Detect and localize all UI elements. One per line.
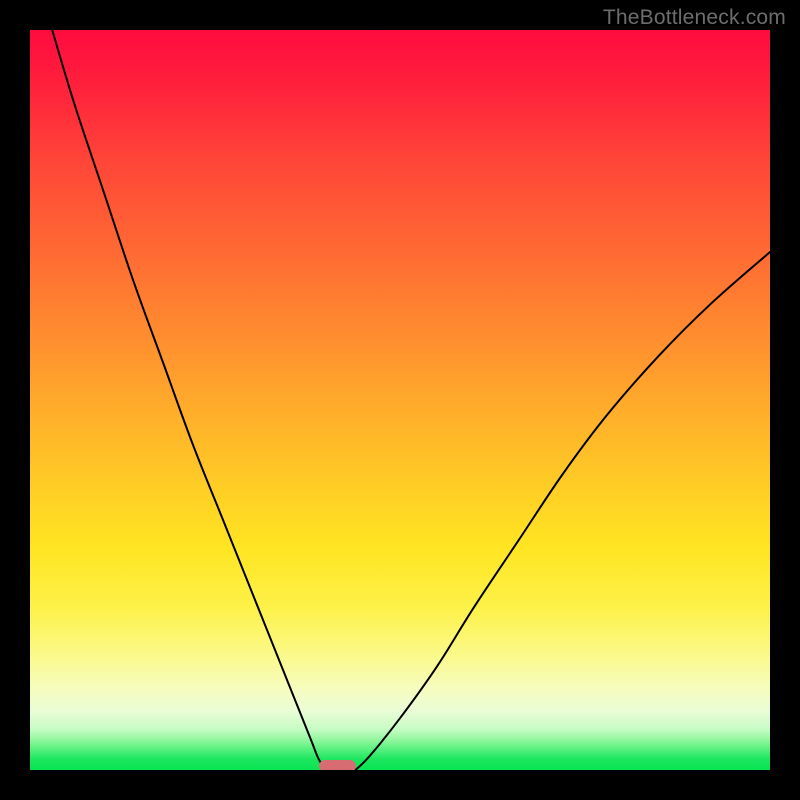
bottleneck-curve: [30, 30, 770, 770]
plot-area: [30, 30, 770, 770]
chart-frame: TheBottleneck.com: [0, 0, 800, 800]
watermark-text: TheBottleneck.com: [603, 6, 786, 30]
optimal-range-marker: [319, 760, 356, 770]
curve-left-branch: [52, 30, 326, 770]
curve-right-branch: [356, 252, 770, 770]
